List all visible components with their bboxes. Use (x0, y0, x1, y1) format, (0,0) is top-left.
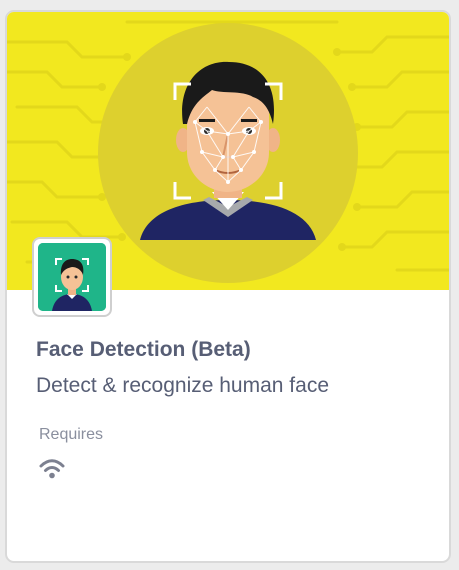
extension-card[interactable]: Face Detection (Beta) Detect & recognize… (5, 10, 451, 563)
extension-description: Detect & recognize human face (36, 374, 329, 397)
extension-icon-tile (32, 237, 112, 317)
wifi-icon (38, 457, 66, 481)
face-detection-icon (38, 243, 106, 311)
requires-label: Requires (39, 426, 104, 443)
extension-title: Face Detection (Beta) (36, 338, 251, 361)
